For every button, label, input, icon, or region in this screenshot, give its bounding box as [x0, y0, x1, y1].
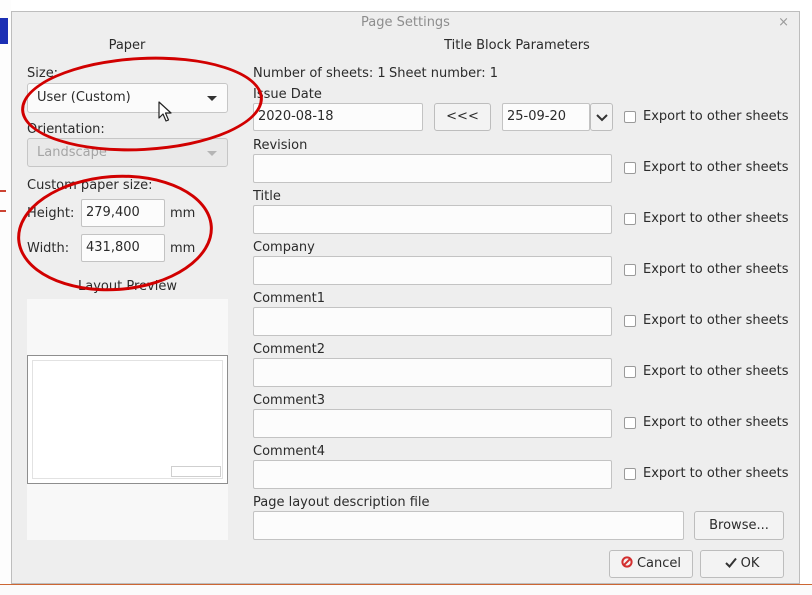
title-input[interactable] — [253, 205, 612, 234]
export-issue-date-checkbox[interactable] — [624, 111, 636, 123]
chevron-down-icon — [596, 114, 608, 122]
background-schematic-mark — [0, 210, 6, 212]
copy-date-button[interactable]: <<< — [434, 103, 491, 131]
export-label: Export to other sheets — [643, 160, 789, 175]
paper-header: Paper — [108, 38, 146, 53]
issue-date-label: Issue Date — [253, 87, 322, 102]
field-label-company: Company — [253, 240, 315, 255]
chevron-down-icon — [207, 151, 217, 156]
dialog-title: Page Settings — [361, 15, 450, 30]
export-label: Export to other sheets — [643, 313, 789, 328]
preview-sheet — [27, 355, 228, 484]
comment4-input[interactable] — [253, 460, 612, 489]
cancel-icon — [621, 556, 633, 568]
export-label: Export to other sheets — [643, 415, 789, 430]
background-schematic — [0, 0, 11, 594]
comment1-input[interactable] — [253, 307, 612, 336]
layout-file-label: Page layout description file — [253, 495, 430, 510]
field-label-comment3: Comment3 — [253, 393, 325, 408]
layout-file-input[interactable] — [253, 511, 684, 540]
close-icon[interactable]: × — [778, 15, 789, 31]
field-label-title: Title — [253, 189, 281, 204]
export-revision-checkbox[interactable] — [624, 162, 636, 174]
preview-title-block — [171, 466, 221, 477]
field-label-comment2: Comment2 — [253, 342, 325, 357]
ok-button[interactable]: OK — [700, 550, 784, 578]
field-label-comment1: Comment1 — [253, 291, 325, 306]
export-label: Export to other sheets — [643, 466, 789, 481]
title-block-header: Title Block Parameters — [444, 38, 590, 53]
sheet-number: Sheet number: 1 — [389, 66, 499, 81]
export-label: Export to other sheets — [643, 211, 789, 226]
date-picker-input[interactable]: 25-09-20 — [502, 103, 590, 131]
export-label: Export to other sheets — [643, 262, 789, 277]
issue-date-input[interactable]: 2020-08-18 — [253, 103, 423, 131]
export-label: Export to other sheets — [643, 109, 789, 124]
export-company-checkbox[interactable] — [624, 264, 636, 276]
export-label: Export to other sheets — [643, 364, 789, 379]
date-picker-toggle[interactable] — [590, 103, 613, 131]
export-comment1-checkbox[interactable] — [624, 315, 636, 327]
export-title-checkbox[interactable] — [624, 213, 636, 225]
export-comment2-checkbox[interactable] — [624, 366, 636, 378]
number-of-sheets: Number of sheets: 1 — [253, 66, 386, 81]
browse-button[interactable]: Browse... — [694, 511, 784, 540]
export-comment3-checkbox[interactable] — [624, 417, 636, 429]
field-label-revision: Revision — [253, 138, 308, 153]
page-settings-dialog: Page Settings × Paper Size: User (Custom… — [11, 11, 800, 584]
comment3-input[interactable] — [253, 409, 612, 438]
mouse-cursor-icon — [158, 101, 172, 122]
background-schematic-border — [0, 584, 812, 595]
export-comment4-checkbox[interactable] — [624, 468, 636, 480]
field-label-comment4: Comment4 — [253, 444, 325, 459]
background-schematic-mark — [0, 190, 6, 192]
company-input[interactable] — [253, 256, 612, 285]
cancel-button[interactable]: Cancel — [609, 550, 693, 578]
background-schematic-mark — [0, 18, 8, 44]
revision-input[interactable] — [253, 154, 612, 183]
checkmark-icon — [724, 557, 737, 568]
cancel-label: Cancel — [636, 556, 682, 571]
layout-preview — [27, 299, 228, 540]
comment2-input[interactable] — [253, 358, 612, 387]
ok-label: OK — [740, 556, 760, 571]
